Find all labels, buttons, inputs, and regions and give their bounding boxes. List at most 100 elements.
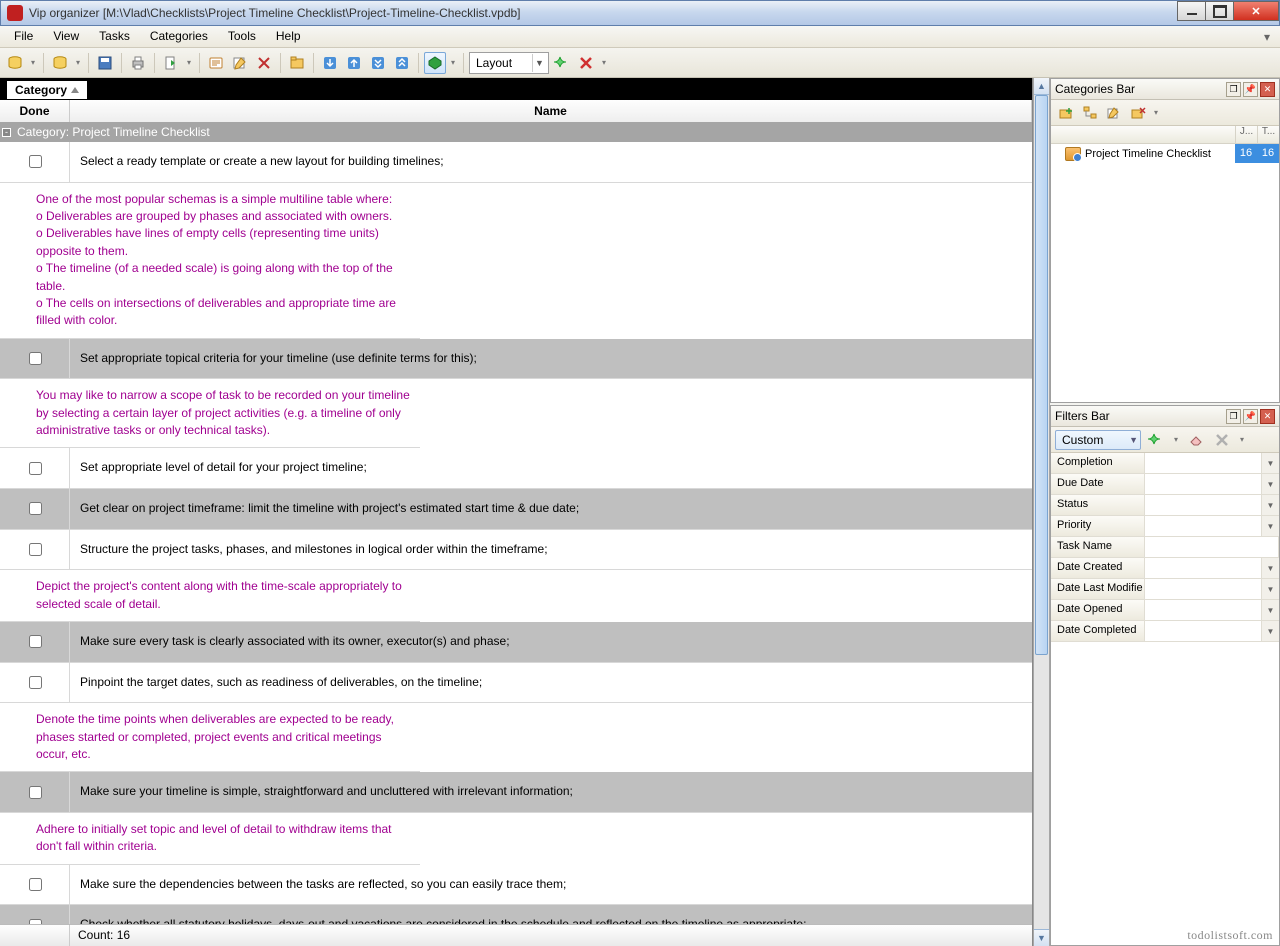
chevron-down-icon[interactable]: ▼ [1262, 600, 1279, 620]
apply-layout-icon[interactable] [551, 52, 573, 74]
filter-field-value[interactable] [1145, 495, 1262, 515]
task-row[interactable]: Make sure every task is clearly associat… [0, 622, 1032, 663]
edit-task-icon[interactable] [229, 52, 251, 74]
filter-row[interactable]: Due Date▼ [1051, 474, 1279, 495]
menu-view[interactable]: View [43, 26, 89, 47]
move-bottom-icon[interactable] [367, 52, 389, 74]
dropdown-icon[interactable]: ▾ [184, 52, 194, 74]
filter-row[interactable]: Date Completed▼ [1051, 621, 1279, 642]
done-checkbox[interactable] [29, 878, 42, 891]
done-checkbox[interactable] [29, 462, 42, 475]
category-item[interactable]: Project Timeline Checklist 16 16 [1051, 144, 1279, 163]
shape-active-icon[interactable] [424, 52, 446, 74]
layout-selector[interactable]: Layout ▼ [469, 52, 549, 74]
filter-row[interactable]: Date Opened▼ [1051, 600, 1279, 621]
remove-layout-icon[interactable] [575, 52, 597, 74]
maximize-button[interactable] [1205, 1, 1234, 21]
filter-field-value[interactable] [1145, 516, 1262, 536]
filter-row[interactable]: Date Last Modifie▼ [1051, 579, 1279, 600]
scroll-down-icon[interactable]: ▼ [1034, 929, 1049, 946]
new-db-button[interactable] [4, 52, 26, 74]
chevron-down-icon[interactable]: ▼ [1262, 579, 1279, 599]
done-checkbox[interactable] [29, 352, 42, 365]
filter-field-value[interactable] [1145, 558, 1262, 578]
task-row[interactable]: Pinpoint the target dates, such as readi… [0, 663, 1032, 704]
filter-preset-selector[interactable]: Custom ▼ [1055, 430, 1141, 450]
task-row[interactable]: Set appropriate level of detail for your… [0, 448, 1032, 489]
task-row[interactable]: Make sure the dependencies between the t… [0, 865, 1032, 906]
task-row[interactable]: Get clear on project timeframe: limit th… [0, 489, 1032, 530]
menu-tools[interactable]: Tools [218, 26, 266, 47]
filter-row[interactable]: Completion▼ [1051, 453, 1279, 474]
collapse-icon[interactable]: - [2, 128, 11, 137]
filter-field-value[interactable] [1145, 600, 1262, 620]
edit-category-icon[interactable] [1103, 102, 1125, 124]
delete-category-icon[interactable] [1127, 102, 1149, 124]
move-down-icon[interactable] [319, 52, 341, 74]
panel-pin-icon[interactable]: 📌 [1243, 82, 1258, 97]
categories-icon[interactable] [286, 52, 308, 74]
filter-row[interactable]: Status▼ [1051, 495, 1279, 516]
new-task-icon[interactable] [205, 52, 227, 74]
task-row[interactable]: Make sure your timeline is simple, strai… [0, 772, 1032, 813]
menu-help[interactable]: Help [266, 26, 311, 47]
filter-row[interactable]: Priority▼ [1051, 516, 1279, 537]
menu-file[interactable]: File [4, 26, 43, 47]
move-up-icon[interactable] [343, 52, 365, 74]
task-row[interactable]: Check whether all statutory holidays, da… [0, 905, 1032, 924]
dropdown-icon[interactable]: ▾ [1171, 429, 1181, 451]
task-row[interactable]: Select a ready template or create a new … [0, 142, 1032, 183]
dropdown-icon[interactable]: ▾ [28, 52, 38, 74]
dropdown-icon[interactable]: ▾ [1151, 102, 1161, 124]
apply-filter-icon[interactable] [1145, 429, 1167, 451]
task-row[interactable]: Set appropriate topical criteria for you… [0, 339, 1032, 380]
group-by-button[interactable]: Category [6, 80, 88, 100]
chevron-down-icon[interactable]: ▼ [1262, 621, 1279, 641]
menu-overflow-icon[interactable]: ▾ [1258, 26, 1276, 47]
move-top-icon[interactable] [391, 52, 413, 74]
panel-window-icon[interactable]: ❐ [1226, 409, 1241, 424]
scroll-up-icon[interactable]: ▲ [1034, 78, 1049, 95]
menu-tasks[interactable]: Tasks [89, 26, 140, 47]
menu-categories[interactable]: Categories [140, 26, 218, 47]
dropdown-icon[interactable]: ▾ [599, 52, 609, 74]
delete-task-icon[interactable] [253, 52, 275, 74]
minimize-button[interactable] [1177, 1, 1206, 21]
panel-close-icon[interactable]: ✕ [1260, 409, 1275, 424]
done-checkbox[interactable] [29, 786, 42, 799]
export-icon[interactable] [160, 52, 182, 74]
done-checkbox[interactable] [29, 676, 42, 689]
print-icon[interactable] [127, 52, 149, 74]
scroll-thumb[interactable] [1035, 95, 1048, 655]
done-checkbox[interactable] [29, 502, 42, 515]
group-row[interactable]: - Category: Project Timeline Checklist [0, 122, 1032, 142]
column-name[interactable]: Name [70, 100, 1032, 122]
chevron-down-icon[interactable]: ▼ [1262, 558, 1279, 578]
panel-close-icon[interactable]: ✕ [1260, 82, 1275, 97]
clear-filter-icon[interactable] [1211, 429, 1233, 451]
chevron-down-icon[interactable]: ▼ [1262, 453, 1279, 473]
done-checkbox[interactable] [29, 155, 42, 168]
chevron-down-icon[interactable]: ▼ [1262, 474, 1279, 494]
new-category-icon[interactable] [1055, 102, 1077, 124]
save-icon[interactable] [94, 52, 116, 74]
dropdown-icon[interactable]: ▾ [1237, 429, 1247, 451]
chevron-down-icon[interactable]: ▼ [1262, 495, 1279, 515]
dropdown-icon[interactable]: ▾ [448, 52, 458, 74]
erase-filter-icon[interactable] [1185, 429, 1207, 451]
vertical-scrollbar[interactable]: ▲ ▼ [1033, 78, 1050, 946]
category-tree-icon[interactable] [1079, 102, 1101, 124]
filter-field-value[interactable] [1145, 453, 1262, 473]
panel-pin-icon[interactable]: 📌 [1243, 409, 1258, 424]
open-db-button[interactable] [49, 52, 71, 74]
chevron-down-icon[interactable]: ▼ [1262, 516, 1279, 536]
done-checkbox[interactable] [29, 635, 42, 648]
filter-field-value[interactable] [1145, 474, 1262, 494]
panel-window-icon[interactable]: ❐ [1226, 82, 1241, 97]
column-done[interactable]: Done [0, 100, 70, 122]
dropdown-icon[interactable]: ▾ [73, 52, 83, 74]
done-checkbox[interactable] [29, 543, 42, 556]
task-row[interactable]: Structure the project tasks, phases, and… [0, 530, 1032, 571]
filter-row[interactable]: Task Name [1051, 537, 1279, 558]
filter-field-value[interactable] [1145, 621, 1262, 641]
